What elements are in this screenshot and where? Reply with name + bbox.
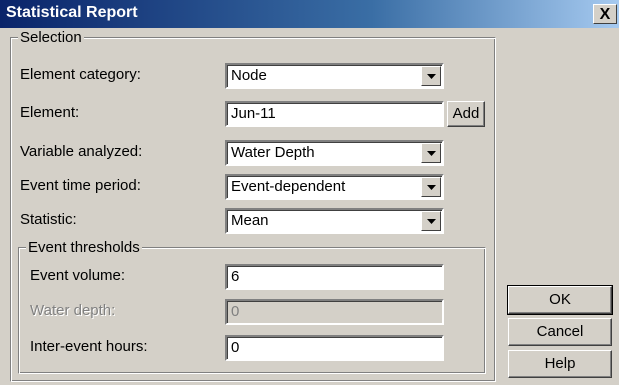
close-icon: X [599, 6, 611, 23]
help-button[interactable]: Help [508, 350, 612, 378]
event-time-period-dropdown-button[interactable] [421, 177, 441, 197]
window-title: Statistical Report [6, 4, 138, 21]
statistic-select[interactable]: Mean [225, 208, 444, 234]
selection-group-label: Selection [18, 29, 84, 46]
element-input[interactable]: Jun-11 [225, 101, 444, 127]
chevron-down-icon [427, 219, 436, 224]
add-button[interactable]: Add [447, 101, 485, 127]
inter-event-hours-input[interactable]: 0 [225, 335, 444, 361]
element-category-select[interactable]: Node [225, 63, 444, 89]
water-depth-value: 0 [231, 303, 240, 320]
element-label: Element: [20, 104, 80, 121]
event-volume-input[interactable]: 6 [225, 264, 444, 290]
event-volume-label: Event volume: [30, 267, 126, 284]
statistic-label: Statistic: [20, 211, 77, 228]
water-depth-label: Water depth: [30, 302, 116, 319]
variable-analyzed-select[interactable]: Water Depth [225, 140, 444, 166]
close-button[interactable]: X [593, 4, 617, 24]
variable-analyzed-dropdown-button[interactable] [421, 143, 441, 163]
water-depth-input: 0 [225, 299, 444, 325]
element-category-dropdown-button[interactable] [421, 66, 441, 86]
inter-event-hours-label: Inter-event hours: [30, 338, 148, 355]
element-category-label: Element category: [20, 66, 141, 83]
event-volume-value: 6 [231, 268, 240, 285]
element-value: Jun-11 [231, 105, 276, 122]
chevron-down-icon [427, 151, 436, 156]
variable-analyzed-value: Water Depth [231, 144, 315, 161]
chevron-down-icon [427, 185, 436, 190]
element-category-value: Node [231, 67, 267, 84]
variable-analyzed-label: Variable analyzed: [20, 143, 143, 160]
event-thresholds-group-label: Event thresholds [26, 239, 142, 256]
event-time-period-select[interactable]: Event-dependent [225, 174, 444, 200]
cancel-button[interactable]: Cancel [508, 318, 612, 346]
chevron-down-icon [427, 74, 436, 79]
ok-button[interactable]: OK [507, 285, 613, 315]
statistic-value: Mean [231, 212, 269, 229]
statistic-dropdown-button[interactable] [421, 211, 441, 231]
inter-event-hours-value: 0 [231, 339, 240, 356]
event-time-period-value: Event-dependent [231, 178, 346, 195]
title-bar: Statistical Report X [0, 0, 619, 28]
event-time-period-label: Event time period: [20, 177, 141, 194]
